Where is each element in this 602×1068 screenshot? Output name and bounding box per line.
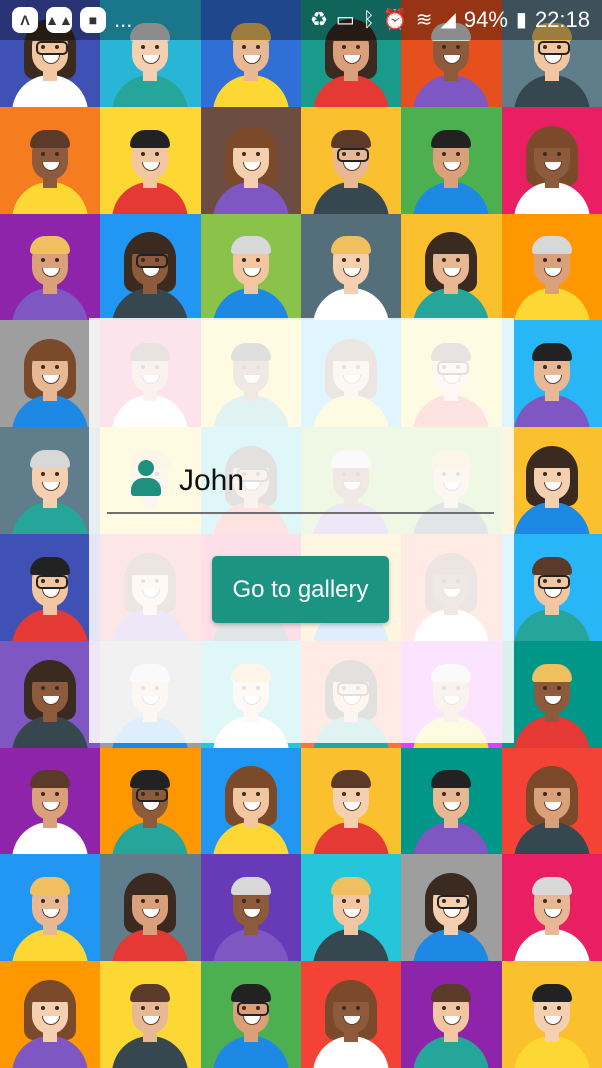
alarm-icon: ⏰ [382,9,408,31]
avatar-tile [0,640,101,748]
avatar-tile [301,106,402,214]
avatar-tile [501,854,602,962]
avatar-illustration [10,758,90,855]
avatar-illustration [211,865,291,962]
app-a-icon: Λ [12,7,38,33]
avatar-illustration [411,758,491,855]
avatar-illustration [10,224,90,321]
avatar-illustration [411,865,491,962]
recycle-icon: ♻ [309,9,328,31]
avatar-tile [301,961,402,1068]
avatar-illustration [512,331,592,428]
avatar-tile [0,534,101,641]
avatar-tile [0,213,101,321]
app-m-icon: ▲▲ [45,7,73,33]
avatar-illustration [110,758,190,855]
avatar-tile [0,961,101,1068]
person-icon [131,460,161,496]
avatar-illustration [512,545,592,641]
avatar-tile [0,747,101,855]
avatar-illustration [311,758,391,855]
avatar-tile [200,854,301,962]
avatar-tile [0,106,101,214]
avatar-tile [100,213,201,321]
avatar-tile [401,213,502,321]
avatar-tile [501,534,602,641]
bluetooth-icon: ᛒ [362,9,375,31]
avatar-illustration [10,545,90,641]
avatar-illustration [512,758,592,855]
avatar-illustration [211,972,291,1068]
avatar-tile [301,747,402,855]
avatar-illustration [311,972,391,1068]
avatar-illustration [10,438,90,534]
avatar-tile [0,427,101,534]
avatar-illustration [211,758,291,855]
avatar-illustration [10,331,90,428]
avatar-tile [200,106,301,214]
notification-overflow: ... [114,7,133,32]
avatar-illustration [211,224,291,321]
avatar-illustration [110,865,190,962]
avatar-illustration [311,865,391,962]
avatar-tile [100,854,201,962]
avatar-tile [501,961,602,1068]
avatar-illustration [10,652,90,748]
avatar-illustration [110,118,190,214]
form-overlay [89,318,514,743]
avatar-illustration [512,972,592,1068]
avatar-illustration [211,118,291,214]
avatar-tile [501,640,602,748]
avatar-illustration [10,865,90,962]
cast-icon: ▭ [335,9,355,31]
avatar-tile [501,320,602,428]
avatar-tile [401,747,502,855]
avatar-tile [501,106,602,214]
go-to-gallery-button[interactable]: Go to gallery [212,556,389,623]
avatar-illustration [512,438,592,534]
avatar-illustration [512,224,592,321]
avatar-tile [301,854,402,962]
avatar-illustration [411,972,491,1068]
avatar-illustration [110,224,190,321]
signal-icon: ◢ [440,9,456,31]
avatar-tile [200,747,301,855]
bag-icon: ■ [80,7,106,33]
avatar-tile [100,961,201,1068]
avatar-tile [301,213,402,321]
avatar-illustration [311,224,391,321]
avatar-tile [501,213,602,321]
status-bar: Λ ▲▲ ■ ... ♻ ▭ ᛒ ⏰ ≋ ◢ 94% ▮ 22:18 [0,0,602,40]
avatar-tile [200,213,301,321]
avatar-illustration [10,118,90,214]
avatar-illustration [311,118,391,214]
avatar-tile [100,747,201,855]
wifi-icon: ≋ [415,9,433,31]
avatar-illustration [411,224,491,321]
name-input[interactable] [177,460,481,502]
avatar-tile [401,854,502,962]
battery-percent: 94% [463,7,508,32]
clock: 22:18 [534,7,590,32]
avatar-illustration [10,972,90,1068]
avatar-tile [0,854,101,962]
avatar-tile [501,427,602,534]
avatar-illustration [411,118,491,214]
battery-icon: ▮ [515,9,527,31]
avatar-tile [501,747,602,855]
avatar-illustration [512,118,592,214]
avatar-tile [0,320,101,428]
avatar-tile [100,106,201,214]
avatar-illustration [512,652,592,748]
avatar-tile [401,961,502,1068]
avatar-illustration [110,972,190,1068]
name-field[interactable] [107,450,494,514]
avatar-tile [401,106,502,214]
avatar-illustration [512,865,592,962]
avatar-tile [200,961,301,1068]
